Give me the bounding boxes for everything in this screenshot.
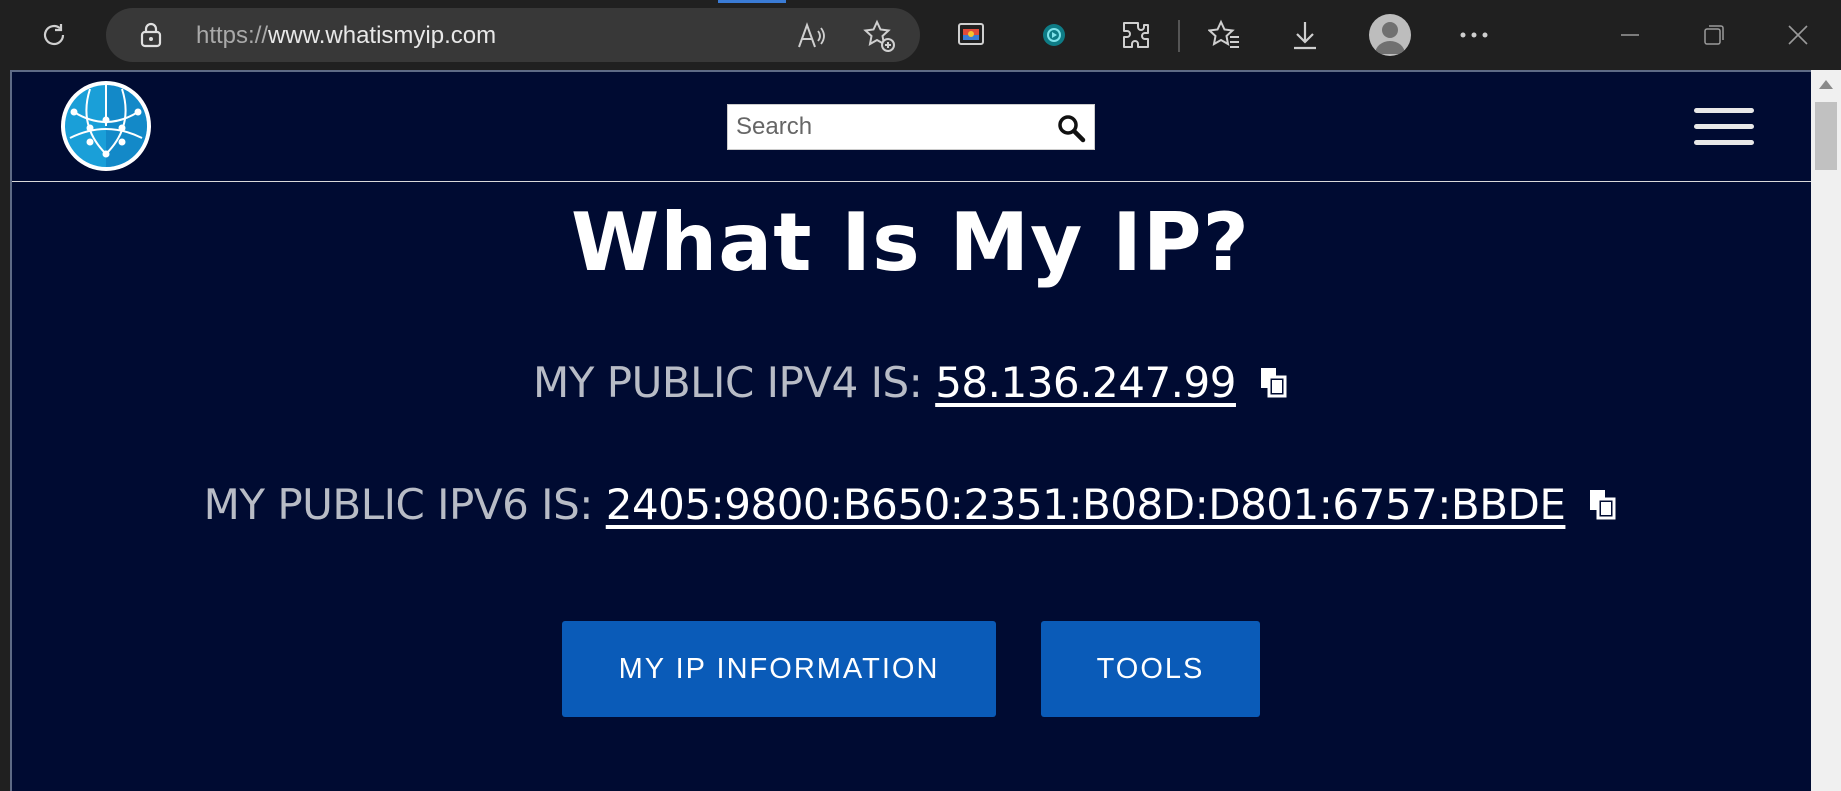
collections-icon[interactable]: [953, 17, 989, 53]
read-aloud-icon[interactable]: [796, 20, 828, 52]
page-viewport: What Is My IP? MY PUBLIC IPV4 IS: 58.136…: [10, 70, 1811, 791]
extension-teal-icon[interactable]: [1036, 17, 1072, 53]
copy-ipv4-icon[interactable]: [1258, 359, 1288, 408]
ipv6-label: MY PUBLIC IPV6 IS:: [203, 480, 606, 529]
address-bar[interactable]: https://www.whatismyip.com: [106, 8, 920, 62]
scroll-thumb[interactable]: [1815, 102, 1837, 170]
ipv4-value-link[interactable]: 58.136.247.99: [935, 358, 1236, 407]
profile-avatar[interactable]: [1369, 14, 1411, 56]
download-icon[interactable]: [1286, 16, 1324, 54]
refresh-icon[interactable]: [36, 17, 72, 53]
active-tab-indicator: [718, 0, 786, 3]
scroll-up-arrow-icon[interactable]: [1819, 80, 1833, 89]
toolbar-divider: [1178, 20, 1180, 52]
minimize-icon[interactable]: [1612, 17, 1648, 53]
lock-icon[interactable]: [138, 22, 164, 48]
viewport-border: [10, 70, 12, 791]
restore-icon[interactable]: [1696, 17, 1732, 53]
url-scheme: https://: [196, 22, 269, 49]
copy-ipv6-icon[interactable]: [1587, 481, 1617, 530]
site-search: [727, 104, 1095, 150]
ipv6-value-link[interactable]: 2405:9800:B650:2351:B08D:D801:6757:BBDE: [606, 480, 1566, 529]
ipv4-line: MY PUBLIC IPV4 IS: 58.136.247.99: [10, 358, 1811, 410]
menu-hamburger-icon[interactable]: [1694, 108, 1754, 146]
browser-toolbar: https://www.whatismyip.com: [0, 0, 1841, 70]
vertical-scrollbar[interactable]: [1811, 70, 1841, 791]
viewport-border: [10, 70, 1811, 72]
page-title: What Is My IP?: [571, 196, 1250, 289]
close-icon[interactable]: [1780, 17, 1816, 53]
url-text[interactable]: https://www.whatismyip.com: [196, 22, 496, 50]
my-ip-information-button[interactable]: MY IP INFORMATION: [562, 621, 996, 717]
url-host: www.whatismyip.com: [268, 22, 497, 49]
add-favorite-icon[interactable]: [861, 18, 897, 54]
site-logo[interactable]: [60, 80, 152, 172]
ipv4-label: MY PUBLIC IPV4 IS:: [533, 358, 936, 407]
search-icon[interactable]: [1056, 113, 1086, 143]
more-icon[interactable]: [1456, 17, 1492, 53]
tools-button[interactable]: TOOLS: [1041, 621, 1260, 717]
site-header: [10, 70, 1811, 182]
extensions-icon[interactable]: [1117, 16, 1155, 54]
search-input[interactable]: [736, 111, 1036, 143]
favorites-icon[interactable]: [1206, 16, 1244, 54]
ipv6-line: MY PUBLIC IPV6 IS: 2405:9800:B650:2351:B…: [10, 480, 1811, 532]
